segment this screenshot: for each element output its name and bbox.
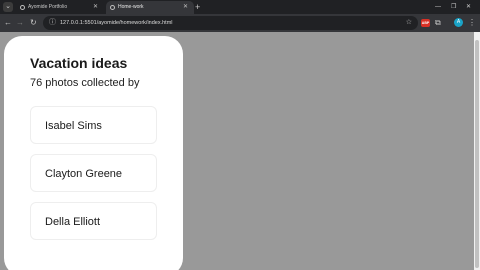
person-name: Isabel Sims: [45, 120, 102, 132]
tab-home-work[interactable]: Home-work ✕: [106, 1, 194, 14]
globe-icon: [20, 5, 25, 10]
site-info-icon[interactable]: ⓘ: [49, 17, 56, 29]
back-arrow-icon[interactable]: ←: [4, 17, 12, 29]
person-item-della-elliott[interactable]: Della Elliott: [30, 202, 157, 240]
extensions-puzzle-icon[interactable]: ⧉: [435, 17, 441, 29]
vertical-scrollbar[interactable]: [474, 32, 480, 270]
url-text[interactable]: 127.0.0.1:5501/ayomide/homework/index.ht…: [60, 16, 173, 30]
profile-avatar[interactable]: A: [454, 18, 463, 27]
browser-toolbar: ← → ↻ ⓘ 127.0.0.1:5501/ayomide/homework/…: [0, 14, 480, 32]
new-tab-icon[interactable]: +: [195, 1, 200, 13]
close-icon[interactable]: ✕: [93, 1, 98, 14]
window-close-icon[interactable]: ✕: [466, 1, 471, 13]
minimize-icon[interactable]: —: [435, 1, 441, 13]
tab-label: Ayomide Portfolio: [28, 4, 68, 10]
forward-arrow-icon[interactable]: →: [16, 17, 24, 29]
address-bar[interactable]: ⓘ 127.0.0.1:5501/ayomide/homework/index.…: [43, 16, 418, 30]
close-icon[interactable]: ✕: [183, 1, 188, 14]
page-viewport: Vacation ideas 76 photos collected by Is…: [0, 32, 474, 270]
tab-label: Home-work: [118, 4, 144, 10]
bookmark-star-icon[interactable]: ☆: [406, 16, 412, 30]
person-name: Della Elliott: [45, 216, 101, 228]
person-name: Clayton Greene: [45, 168, 123, 180]
card-title: Vacation ideas: [30, 55, 128, 71]
reload-icon[interactable]: ↻: [30, 17, 37, 29]
tab-search-icon[interactable]: ⌄: [3, 2, 13, 12]
vacation-card: Vacation ideas 76 photos collected by Is…: [4, 36, 183, 270]
person-item-clayton-greene[interactable]: Clayton Greene: [30, 154, 157, 192]
tab-ayomide-portfolio[interactable]: Ayomide Portfolio ✕: [16, 1, 104, 14]
scrollbar-thumb[interactable]: [475, 40, 479, 268]
person-item-isabel-sims[interactable]: Isabel Sims: [30, 106, 157, 144]
tab-strip: ⌄ Ayomide Portfolio ✕ Home-work ✕ + — ❐ …: [0, 0, 480, 14]
card-subtitle: 76 photos collected by: [30, 77, 140, 89]
menu-dots-icon[interactable]: ⋮: [468, 17, 476, 29]
globe-icon: [110, 5, 115, 10]
adblock-extension-icon[interactable]: ABP: [421, 19, 430, 27]
maximize-icon[interactable]: ❐: [451, 1, 456, 13]
